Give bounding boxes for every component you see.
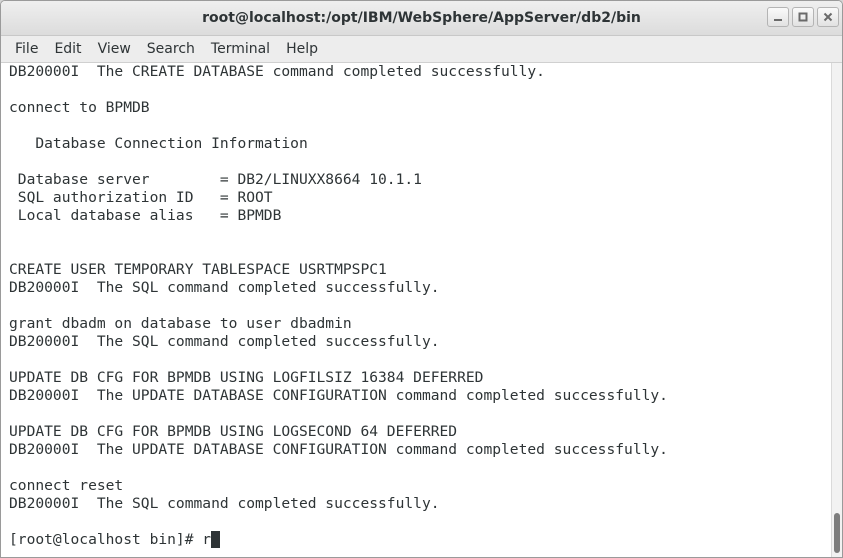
text-cursor: [211, 531, 221, 548]
terminal-line: DB20000I The UPDATE DATABASE CONFIGURATI…: [9, 387, 668, 404]
terminal-output[interactable]: DB20000I The CREATE DATABASE command com…: [1, 63, 831, 557]
terminal-line: grant dbadm on database to user dbadmin: [9, 315, 352, 332]
typed-input[interactable]: r: [202, 531, 211, 548]
maximize-button[interactable]: [792, 7, 814, 27]
terminal-line: Database Connection Information: [9, 135, 308, 152]
terminal-line: UPDATE DB CFG FOR BPMDB USING LOGFILSIZ …: [9, 369, 484, 386]
scrollbar-thumb[interactable]: [834, 513, 840, 553]
shell-prompt: [root@localhost bin]#: [9, 531, 203, 548]
prompt-line[interactable]: [root@localhost bin]# r: [9, 531, 668, 549]
terminal-line: DB20000I The UPDATE DATABASE CONFIGURATI…: [9, 441, 668, 458]
menu-search[interactable]: Search: [139, 36, 203, 62]
menu-view[interactable]: View: [90, 36, 139, 62]
terminal-window: root@localhost:/opt/IBM/WebSphere/AppSer…: [0, 0, 843, 558]
menu-help[interactable]: Help: [278, 36, 326, 62]
terminal-line: DB20000I The SQL command completed succe…: [9, 279, 440, 296]
terminal-line: Database server = DB2/LINUXX8664 10.1.1: [9, 171, 422, 188]
terminal-line: SQL authorization ID = ROOT: [9, 189, 273, 206]
close-icon: [823, 12, 833, 22]
window-title: root@localhost:/opt/IBM/WebSphere/AppSer…: [202, 10, 641, 26]
menu-file[interactable]: File: [7, 36, 46, 62]
terminal-line: CREATE USER TEMPORARY TABLESPACE USRTMPS…: [9, 261, 387, 278]
terminal-line: Local database alias = BPMDB: [9, 207, 282, 224]
terminal-line: DB20000I The SQL command completed succe…: [9, 333, 440, 350]
terminal-line: DB20000I The SQL command completed succe…: [9, 495, 440, 512]
vertical-scrollbar[interactable]: [831, 63, 842, 557]
menu-edit[interactable]: Edit: [46, 36, 89, 62]
close-button[interactable]: [817, 7, 839, 27]
title-bar[interactable]: root@localhost:/opt/IBM/WebSphere/AppSer…: [1, 1, 842, 36]
terminal-line: UPDATE DB CFG FOR BPMDB USING LOGSECOND …: [9, 423, 458, 440]
maximize-icon: [798, 12, 808, 22]
terminal-line: DB20000I The CREATE DATABASE command com…: [9, 63, 545, 80]
terminal-line: connect to BPMDB: [9, 99, 150, 116]
menu-terminal[interactable]: Terminal: [203, 36, 278, 62]
window-controls: [767, 7, 839, 27]
minimize-button[interactable]: [767, 7, 789, 27]
minimize-icon: [774, 19, 782, 21]
terminal-lines: DB20000I The CREATE DATABASE command com…: [9, 63, 668, 549]
terminal-line: connect reset: [9, 477, 124, 494]
menu-bar: File Edit View Search Terminal Help: [1, 36, 842, 63]
